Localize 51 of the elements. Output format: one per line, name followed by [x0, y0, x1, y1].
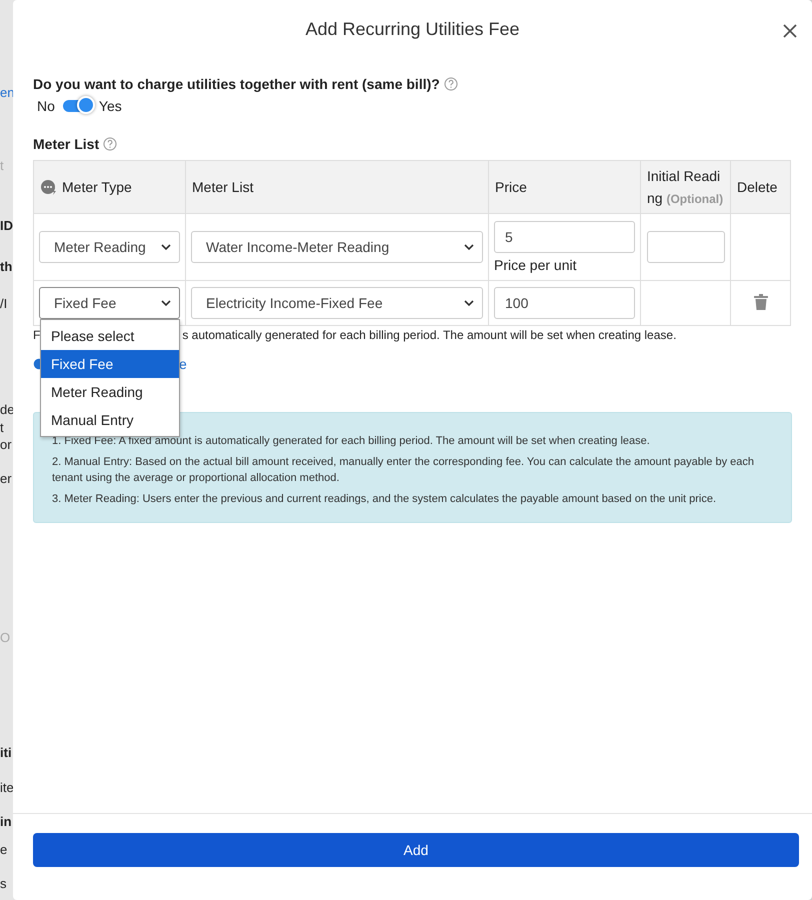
meter-type-select[interactable]: Meter Reading — [39, 231, 180, 263]
column-header: Initial Reading (Optional) — [647, 166, 724, 208]
column-header: Meter Type — [62, 178, 132, 197]
meter-type-select[interactable]: Fixed Fee — [39, 287, 180, 319]
background-text: /I — [0, 296, 8, 311]
help-icon[interactable] — [444, 77, 458, 91]
chevron-down-icon — [464, 244, 474, 250]
background-text: e — [0, 842, 8, 857]
hint-text: F — [33, 328, 40, 342]
add-button[interactable]: Add — [33, 833, 799, 867]
column-header: Price — [495, 178, 527, 197]
chevron-down-icon — [161, 244, 171, 250]
meter-list-select[interactable]: Water Income-Meter Reading — [191, 231, 483, 263]
meter-list-select[interactable]: Electricity Income-Fixed Fee — [191, 287, 483, 319]
section-title: Meter List — [33, 136, 100, 152]
price-note: Price per unit — [494, 257, 578, 273]
background-text: iti — [0, 745, 12, 760]
question-label: Do you want to charge utilities together with rent (same bill)? — [33, 76, 440, 92]
info-text: 3. Meter Reading: Users enter the previous and current readings, and the system calculates the payable amount based on the unit price. — [52, 492, 718, 507]
toggle-off-label: No — [37, 98, 55, 114]
add-link[interactable]: e — [179, 356, 187, 372]
price-input[interactable]: 100 — [494, 287, 635, 319]
dropdown-option[interactable]: Manual Entry — [41, 406, 179, 434]
dropdown-option[interactable]: Please select — [41, 322, 179, 350]
background-text: de — [0, 402, 14, 417]
chevron-down-icon — [464, 300, 474, 306]
dropdown-option[interactable]: Meter Reading — [41, 378, 179, 406]
hint-text: s automatically generated for each billing period. The amount will be set when creating lease. — [182, 328, 676, 342]
dialog-title: Add Recurring Utilities Fee — [305, 18, 520, 40]
column-header: Meter List — [192, 178, 254, 197]
background-text: er — [0, 471, 12, 486]
chevron-down-icon — [161, 300, 171, 306]
background-text: th — [0, 259, 12, 274]
dropdown-option[interactable]: Fixed Fee — [41, 350, 179, 378]
background-text: ite — [0, 780, 14, 795]
background-text: s — [0, 876, 6, 891]
toggle-on-label: Yes — [98, 98, 122, 114]
help-icon[interactable] — [103, 137, 118, 151]
price-input[interactable]: 5 — [494, 221, 635, 253]
background-text: t — [0, 420, 4, 435]
meter-icon — [40, 179, 58, 195]
background-text: or — [0, 437, 12, 452]
background-text: in — [0, 814, 12, 829]
column-header: Delete — [737, 178, 778, 197]
background-text: t — [0, 158, 4, 173]
background-text: O — [0, 630, 10, 645]
info-text: 2. Manual Entry: Based on the actual bill amount received, manually enter the corresponding fee. You can calculate the amount payable by each tenant using the average or proportional allocation method. — [52, 455, 756, 486]
close-icon[interactable] — [782, 23, 798, 39]
initial-reading-input[interactable] — [647, 231, 725, 263]
background-text: ID — [0, 218, 13, 233]
trash-icon[interactable] — [754, 294, 768, 310]
